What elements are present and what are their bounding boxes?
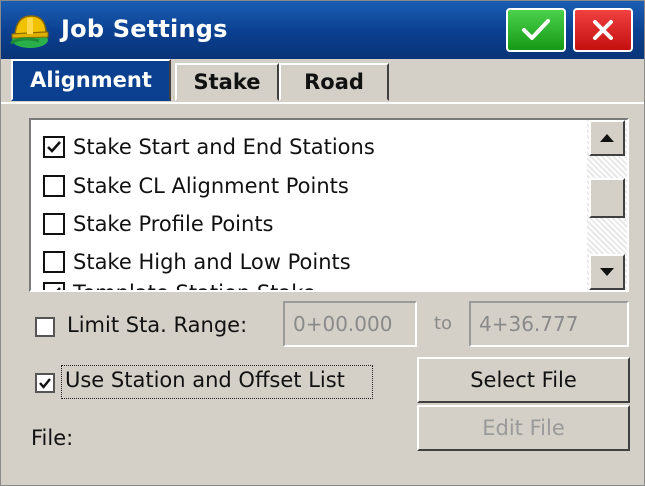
select-file-button[interactable]: Select File xyxy=(417,357,630,403)
surveyor-helmet-icon xyxy=(10,15,49,48)
window-title: Job Settings xyxy=(61,15,228,43)
list-item-label: Stake High and Low Points xyxy=(73,250,351,274)
checkmark-icon xyxy=(47,141,61,153)
range-to-field[interactable]: 4+36.777 xyxy=(469,301,629,347)
job-settings-window: Job Settings Alignment Stake Road Stake … xyxy=(0,0,645,486)
arrow-down-icon xyxy=(600,268,614,276)
tab-alignment[interactable]: Alignment xyxy=(11,59,171,101)
limit-range-label: Limit Sta. Range: xyxy=(67,313,248,337)
edit-file-button[interactable]: Edit File xyxy=(417,405,630,451)
tab-stake[interactable]: Stake xyxy=(175,63,279,101)
list-viewport: Stake Start and End Stations Stake CL Al… xyxy=(31,120,587,290)
list-checkbox[interactable] xyxy=(43,251,65,273)
scroll-up-button[interactable] xyxy=(589,120,625,156)
list-item-label: Stake CL Alignment Points xyxy=(73,174,349,198)
limit-range-checkbox[interactable] xyxy=(35,317,55,337)
list-item[interactable]: Stake Profile Points xyxy=(43,209,274,239)
list-checkbox[interactable] xyxy=(43,213,65,235)
list-item[interactable]: Stake CL Alignment Points xyxy=(43,171,349,201)
offset-list-label[interactable]: Use Station and Offset List xyxy=(65,368,345,392)
list-item-label: Template Station Stake xyxy=(73,281,316,290)
list-checkbox-checked[interactable] xyxy=(43,136,65,158)
list-scrollbar[interactable] xyxy=(587,120,627,290)
checkmark-icon xyxy=(39,377,51,389)
scroll-down-button[interactable] xyxy=(589,254,625,290)
list-item[interactable]: Stake Start and End Stations xyxy=(43,132,375,162)
range-from-field[interactable]: 0+00.000 xyxy=(283,301,417,347)
file-label: File: xyxy=(31,426,74,450)
list-checkbox[interactable] xyxy=(43,175,65,197)
range-to-label: to xyxy=(434,313,453,334)
stake-options-list: Stake Start and End Stations Stake CL Al… xyxy=(29,118,629,292)
title-bar: Job Settings xyxy=(1,1,644,59)
arrow-up-icon xyxy=(600,134,614,142)
close-icon xyxy=(593,20,613,40)
scroll-thumb[interactable] xyxy=(589,178,625,218)
list-item[interactable]: Template Station Stake xyxy=(43,278,316,290)
list-item[interactable]: Stake High and Low Points xyxy=(43,247,351,277)
checkmark-icon xyxy=(522,19,550,40)
list-item-label: Stake Start and End Stations xyxy=(73,135,375,159)
offset-list-checkbox[interactable] xyxy=(35,373,55,393)
close-button[interactable] xyxy=(573,8,633,52)
list-item-label: Stake Profile Points xyxy=(73,212,274,236)
ok-button[interactable] xyxy=(506,8,566,52)
tab-divider xyxy=(1,102,644,104)
tab-road[interactable]: Road xyxy=(279,63,389,101)
list-checkbox-checked[interactable] xyxy=(43,282,65,290)
tab-strip: Alignment Stake Road xyxy=(1,59,644,103)
checkmark-icon xyxy=(56,287,61,290)
